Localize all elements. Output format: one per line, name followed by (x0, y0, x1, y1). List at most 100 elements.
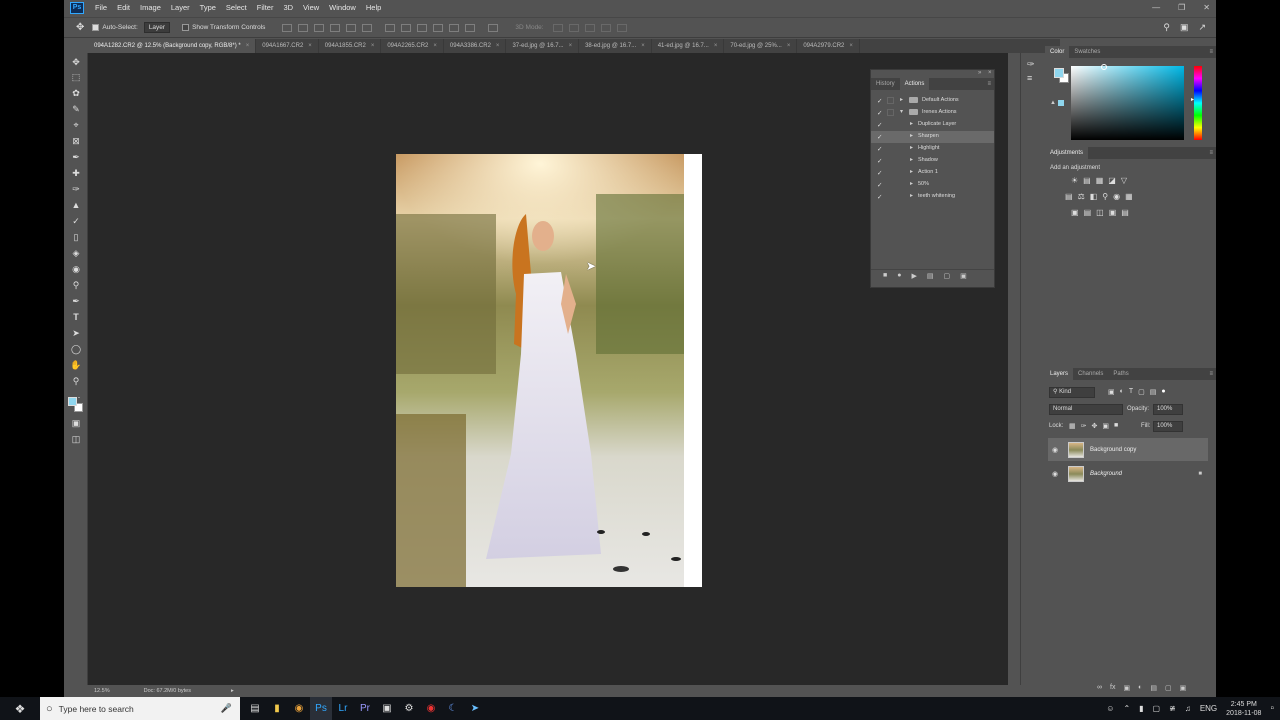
volume-icon[interactable]: ♫ (1185, 704, 1191, 713)
app-blue-icon[interactable]: ☾ (442, 697, 464, 720)
new-adjustment-icon[interactable]: ◐ (1138, 684, 1142, 692)
add-mask-icon[interactable]: ▣ (1123, 684, 1130, 692)
link-layers-icon[interactable]: ∞ (1097, 684, 1102, 692)
auto-align-icon[interactable] (488, 23, 499, 32)
pen-tool-icon[interactable]: ✒ (69, 295, 83, 308)
tab-document[interactable]: 094A3386.CR2 × (444, 39, 507, 53)
search-icon[interactable]: ⚲ (1163, 22, 1170, 33)
color-balance-icon[interactable]: ⚖ (1078, 192, 1085, 201)
layer-name[interactable]: Background copy (1090, 447, 1136, 453)
people-icon[interactable]: ☺ (1106, 704, 1114, 713)
close-tab-icon[interactable]: × (849, 43, 853, 49)
layer-row[interactable]: ◉ Background ■ (1048, 462, 1208, 485)
tab-document[interactable]: 41-ed.jpg @ 16.7... × (652, 39, 725, 53)
action-row[interactable]: ✓ ▸ Sharpen (871, 131, 994, 143)
lock-artboard-icon[interactable]: ▣ (1102, 422, 1109, 430)
tab-document[interactable]: 094A2979.CR2 × (797, 39, 860, 53)
blur-tool-icon[interactable]: ◉ (69, 263, 83, 276)
tab-actions[interactable]: Actions (899, 78, 930, 90)
color-lookup-icon[interactable]: ▦ (1125, 192, 1133, 201)
new-action-icon[interactable]: ▢ (943, 272, 950, 280)
align-vcenter-icon[interactable] (298, 23, 309, 32)
restore-icon[interactable]: ❐ (1178, 3, 1185, 12)
gradient-tool-icon[interactable]: ◈ (69, 247, 83, 260)
expand-triangle-icon[interactable]: ▸ (910, 132, 913, 139)
tab-swatches[interactable]: Swatches (1069, 46, 1105, 58)
color-foreground-swatch[interactable] (1054, 68, 1064, 78)
new-set-folder-icon[interactable]: ▤ (927, 272, 934, 280)
windows-start-icon[interactable]: ❖ (0, 697, 40, 720)
expand-triangle-icon[interactable]: ▸ (910, 144, 913, 151)
visibility-eye-icon[interactable]: ◉ (1052, 470, 1060, 478)
action-toggle-check-icon[interactable]: ✓ (877, 97, 882, 105)
distribute-left-icon[interactable] (433, 23, 444, 32)
panel-menu-icon[interactable]: ≡ (1209, 49, 1213, 55)
opacity-input[interactable]: 100% (1153, 404, 1183, 415)
layer-row[interactable]: ◉ Background copy (1048, 438, 1208, 461)
chrome-icon[interactable]: ◉ (288, 697, 310, 720)
foreground-color-swatch[interactable] (68, 397, 77, 406)
menu-view[interactable]: View (298, 0, 324, 15)
visibility-eye-icon[interactable]: ◉ (1052, 446, 1060, 454)
action-toggle-check-icon[interactable]: ✓ (877, 109, 882, 117)
lasso-tool-icon[interactable]: ✿ (69, 87, 83, 100)
collapse-triangle-icon[interactable]: ▾ (900, 108, 903, 115)
frame-tool-icon[interactable]: ⊠ (69, 135, 83, 148)
brush-tool-icon[interactable]: ✑ (69, 183, 83, 196)
align-left-icon[interactable] (330, 23, 341, 32)
panel-menu-icon[interactable]: ≡ (1209, 371, 1213, 377)
menu-help[interactable]: Help (361, 0, 386, 15)
tab-document[interactable]: 094A1667.CR2 × (256, 39, 319, 53)
close-tab-icon[interactable]: × (641, 43, 645, 49)
close-tab-icon[interactable]: × (246, 43, 250, 49)
delete-layer-icon[interactable]: ▣ (1180, 684, 1187, 692)
file-explorer-icon[interactable]: ▮ (266, 697, 288, 720)
menu-type[interactable]: Type (195, 0, 221, 15)
action-toggle-check-icon[interactable]: ✓ (877, 121, 882, 129)
notifications-icon[interactable]: ▫ (1270, 703, 1274, 714)
share-icon[interactable]: ↗ (1198, 22, 1206, 33)
app-bird-icon[interactable]: ➤ (464, 697, 486, 720)
menu-image[interactable]: Image (135, 0, 166, 15)
stop-icon[interactable]: ■ (883, 272, 887, 280)
action-set-row[interactable]: ✓ ▸ Default Actions (871, 95, 994, 107)
status-arrow-icon[interactable]: ▸ (231, 688, 234, 694)
close-tab-icon[interactable]: × (371, 43, 375, 49)
hue-slider-marker-icon[interactable]: ▸ (1191, 96, 1194, 103)
align-bottom-icon[interactable] (314, 23, 325, 32)
recorder-icon[interactable]: ◉ (420, 697, 442, 720)
expand-triangle-icon[interactable]: ▸ (910, 168, 913, 175)
color-picker-cursor[interactable] (1101, 64, 1107, 70)
invert-icon[interactable]: ▣ (1071, 208, 1079, 217)
3d-rotate-icon[interactable] (552, 23, 563, 32)
action-toggle-check-icon[interactable]: ✓ (877, 181, 882, 189)
lock-icon[interactable]: ■ (1198, 471, 1202, 477)
action-toggle-check-icon[interactable]: ✓ (877, 157, 882, 165)
clone-stamp-icon[interactable]: ▲ (69, 199, 83, 212)
eraser-tool-icon[interactable]: ▯ (69, 231, 83, 244)
adjustments-title[interactable]: Adjustments (1045, 147, 1089, 159)
action-row[interactable]: ✓ ▸ Highlight (871, 143, 994, 155)
tab-layers[interactable]: Layers (1045, 368, 1074, 380)
action-row[interactable]: ✓ ▸ 50% (871, 179, 994, 191)
pixel-filter-icon[interactable]: ▣ (1108, 388, 1115, 396)
move-tool-icon[interactable]: ✥ (76, 22, 84, 33)
expand-triangle-icon[interactable]: ▸ (900, 96, 903, 103)
app-tool-icon[interactable]: ⚙ (398, 697, 420, 720)
tab-document[interactable]: 094A2265.CR2 × (381, 39, 444, 53)
zoom-tool-icon[interactable]: ⚲ (69, 375, 83, 388)
action-row[interactable]: ✓ ▸ Shadow (871, 155, 994, 167)
tab-channels[interactable]: Channels (1073, 368, 1108, 380)
action-set-row[interactable]: ✓ ▾ Irenes Actions (871, 107, 994, 119)
type-filter-icon[interactable]: T (1129, 388, 1133, 396)
auto-select-checkbox[interactable] (92, 24, 100, 31)
quick-mask-icon[interactable]: ▣ (69, 417, 83, 430)
expand-triangle-icon[interactable]: ▸ (910, 120, 913, 127)
shape-filter-icon[interactable]: ▢ (1138, 388, 1145, 396)
menu-edit[interactable]: Edit (112, 0, 135, 15)
hue-saturation-icon[interactable]: ▤ (1065, 192, 1073, 201)
auto-select-target-select[interactable]: Layer (143, 22, 171, 33)
close-tab-icon[interactable]: × (787, 43, 791, 49)
tab-paths[interactable]: Paths (1108, 368, 1133, 380)
layer-name[interactable]: Background (1090, 471, 1122, 477)
